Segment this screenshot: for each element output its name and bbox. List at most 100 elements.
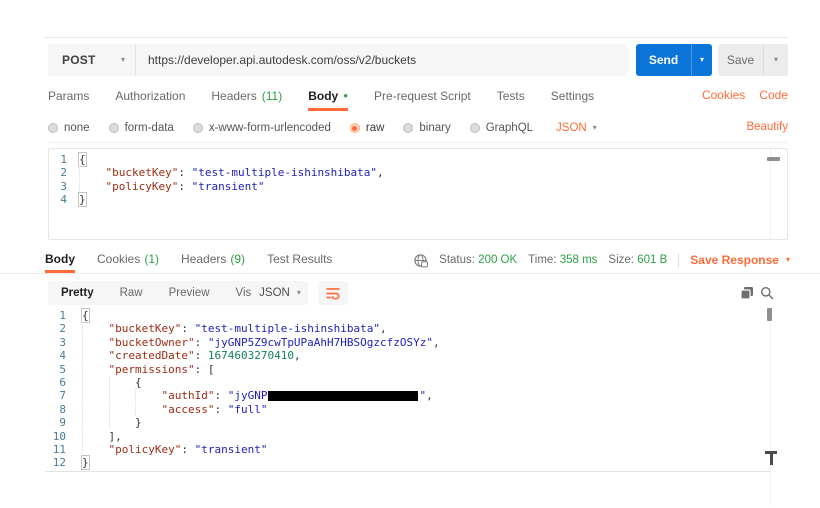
response-tab-body[interactable]: Body — [45, 250, 75, 273]
wrap-line-button[interactable] — [318, 281, 348, 305]
line-number: 4 — [60, 193, 67, 207]
chevron-down-icon: ▾ — [120, 55, 125, 64]
time-value: 358 ms — [559, 254, 598, 266]
tab-tests[interactable]: Tests — [497, 86, 525, 111]
line-number: 9 — [59, 416, 66, 430]
code-line: } — [82, 416, 762, 429]
body-format-value: JSON — [556, 122, 587, 134]
tab-label: Body — [308, 89, 339, 103]
tab-label: Tests — [496, 89, 525, 103]
method-dropdown[interactable]: POST ▾ — [48, 44, 136, 76]
code-line: { — [82, 376, 762, 389]
request-editor-scroll-track — [770, 149, 771, 239]
line-number: 8 — [59, 402, 66, 416]
line-number: 4 — [59, 349, 66, 363]
code-line: "createdDate": 1674603270410, — [82, 349, 762, 362]
code-line: "access": "full" — [82, 403, 762, 416]
beautify-link[interactable]: Beautify — [746, 121, 788, 133]
tab-label: Authorization — [115, 89, 186, 103]
cookies-link[interactable]: Cookies — [702, 88, 745, 102]
response-body-editor[interactable]: 1 2 3 4 5 6 7 8 9 10 11 12 { "bucketKey": "test-mul… — [45, 307, 770, 471]
scrollbar-thumb[interactable] — [767, 157, 780, 161]
size-label: Size: — [608, 254, 634, 266]
save-response-button[interactable]: Save Response ▾ — [690, 253, 790, 267]
response-tab-test-results[interactable]: Test Results — [267, 250, 332, 273]
copy-icon — [740, 287, 753, 300]
tab-count-badge: (1) — [144, 252, 160, 266]
postman-request-view: POST ▾ https://developer.api.autodesk.co… — [0, 0, 820, 508]
time-stat: Time: 358 ms — [528, 254, 597, 266]
send-button-group: Send ▾ — [636, 44, 712, 76]
body-type-divider — [48, 142, 788, 143]
code-line: "policyKey": "transient" — [82, 443, 762, 456]
size-stat: Size: 601 B — [608, 254, 667, 266]
response-section-divider — [0, 273, 820, 274]
request-editor-gutter: 1234 — [49, 153, 67, 207]
line-number: 1 — [59, 309, 66, 322]
body-format-dropdown[interactable]: JSON ▾ — [556, 122, 597, 134]
tab-body[interactable]: Body ● — [308, 86, 349, 111]
url-input[interactable]: https://developer.api.autodesk.com/oss/v… — [136, 53, 416, 67]
response-format-dropdown[interactable]: JSON ▾ — [252, 281, 308, 305]
line-number: 12 — [52, 456, 66, 470]
chevron-down-icon: ▾ — [785, 255, 790, 264]
network-icon[interactable] — [413, 253, 429, 268]
tab-pre-request-script[interactable]: Pre-request Script — [374, 86, 471, 111]
wrap-line-icon — [326, 288, 340, 300]
line-number: 2 — [60, 166, 67, 180]
body-type-form-data[interactable]: form-data — [108, 122, 174, 134]
size-value: 601 B — [637, 254, 668, 266]
body-type-x-www-form-urlencoded[interactable]: x-www-form-urlencoded — [192, 122, 331, 134]
response-tab-headers[interactable]: Headers (9) — [181, 250, 245, 273]
body-type-label: binary — [419, 122, 451, 134]
tab-settings[interactable]: Settings — [551, 86, 594, 111]
body-type-label: raw — [365, 122, 385, 134]
line-number: 10 — [52, 429, 66, 443]
body-type-label: none — [64, 122, 90, 134]
body-type-label: GraphQL — [485, 122, 534, 134]
copy-response-button[interactable] — [740, 286, 755, 301]
code-line: { — [79, 153, 86, 166]
body-type-none[interactable]: none — [48, 122, 90, 134]
body-type-raw[interactable]: raw — [349, 122, 385, 134]
body-type-label: form-data — [124, 122, 174, 134]
radio-icon — [403, 123, 414, 133]
body-type-label: x-www-form-urlencoded — [208, 122, 331, 134]
response-tab-cookies[interactable]: Cookies (1) — [97, 250, 159, 273]
divider — [678, 252, 680, 268]
request-tabs: Params Authorization Headers (11) Body ● Pre-r… — [48, 86, 594, 111]
code-line: "bucketKey": "test-multiple-ishinshibata… — [79, 166, 767, 179]
code-line: "bucketKey": "test-multiple-ishinshibata… — [82, 322, 762, 335]
tab-headers[interactable]: Headers (11) — [211, 86, 282, 111]
send-button[interactable]: Send — [636, 44, 692, 76]
code-line: ], — [82, 430, 762, 443]
tab-label: Params — [48, 89, 90, 103]
status-label: Status: — [439, 254, 475, 266]
tab-authorization[interactable]: Authorization — [115, 86, 185, 111]
search-response-button[interactable] — [760, 286, 775, 301]
code-line: { — [82, 309, 89, 322]
request-body-editor[interactable]: 1234 { "bucketKey": "test-multiple-ishin… — [48, 148, 788, 240]
code-line: "bucketOwner": "jyGNP5Z9cwTpUPaAhH7HBSOg… — [82, 336, 762, 349]
view-tab-raw[interactable]: Raw — [107, 281, 156, 305]
save-options-button[interactable]: ▾ — [764, 44, 788, 76]
view-tab-preview[interactable]: Preview — [156, 281, 223, 305]
code-link[interactable]: Code — [759, 88, 788, 102]
line-number: 3 — [59, 335, 66, 349]
body-type-graphql[interactable]: GraphQL — [469, 122, 534, 134]
view-tab-pretty[interactable]: Pretty — [48, 281, 107, 305]
top-divider — [44, 37, 788, 38]
body-type-binary[interactable]: binary — [403, 122, 451, 134]
radio-icon — [108, 123, 119, 133]
scrollbar-thumb[interactable] — [767, 308, 772, 321]
time-label: Time: — [528, 254, 557, 266]
save-button[interactable]: Save — [718, 44, 764, 76]
url-bar: POST ▾ https://developer.api.autodesk.co… — [48, 44, 628, 76]
tab-params[interactable]: Params — [48, 86, 89, 111]
response-status-bar: Status: 200 OK Time: 358 ms Size: 601 B … — [413, 250, 790, 270]
send-options-button[interactable]: ▾ — [692, 44, 712, 76]
response-format-value: JSON — [259, 287, 290, 299]
tab-label: Headers — [181, 252, 227, 266]
tab-count-badge: (9) — [230, 252, 246, 266]
response-editor-gutter: 1 2 3 4 5 6 7 8 9 10 11 12 — [45, 309, 66, 470]
